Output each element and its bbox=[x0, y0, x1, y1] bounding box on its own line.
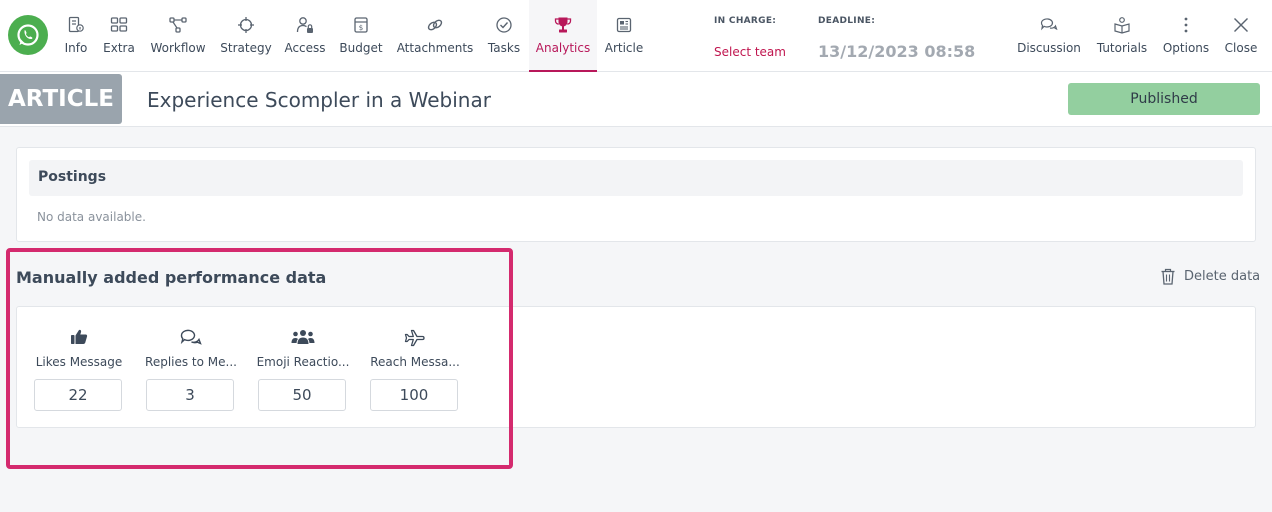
info-doc-icon bbox=[68, 16, 84, 33]
nav-workflow-label: Workflow bbox=[150, 41, 206, 55]
trophy-icon bbox=[554, 17, 572, 33]
nav-access-label: Access bbox=[284, 41, 326, 55]
deadline-value[interactable]: 13/12/2023 08:58 bbox=[818, 42, 975, 61]
nav-workflow[interactable]: Workflow bbox=[146, 0, 210, 72]
delete-data-label: Delete data bbox=[1184, 269, 1261, 284]
metric-reach-label: Reach Messa... bbox=[370, 355, 460, 369]
top-toolbar: Info Extra Workflow Strategy Access $ Bu… bbox=[0, 0, 1272, 72]
user-lock-icon bbox=[296, 17, 313, 33]
in-charge-label: IN CHARGE: bbox=[714, 16, 777, 26]
page-title[interactable]: Experience Scompler in a Webinar bbox=[147, 88, 491, 112]
nav-extra[interactable]: Extra bbox=[101, 0, 137, 72]
performance-section-title: Manually added performance data bbox=[16, 268, 327, 287]
delete-data-button[interactable]: Delete data bbox=[1160, 268, 1260, 285]
tutorials-label: Tutorials bbox=[1096, 41, 1148, 55]
tutorials-icon bbox=[1114, 17, 1130, 34]
nav-tasks-label: Tasks bbox=[487, 41, 521, 55]
nav-info[interactable]: Info bbox=[60, 0, 92, 72]
svg-text:$: $ bbox=[359, 24, 363, 32]
nav-budget[interactable]: $ Budget bbox=[337, 0, 385, 72]
link-icon bbox=[427, 19, 443, 31]
metric-emoji-reactions-input[interactable]: 50 bbox=[258, 379, 346, 411]
options-label: Options bbox=[1162, 41, 1210, 55]
close-button[interactable]: Close bbox=[1222, 0, 1260, 72]
thumbs-up-icon bbox=[71, 329, 88, 344]
select-team-link[interactable]: Select team bbox=[714, 45, 786, 59]
nav-access[interactable]: Access bbox=[283, 0, 327, 72]
plane-icon bbox=[404, 329, 425, 347]
check-circle-icon bbox=[496, 17, 512, 33]
tutorials-button[interactable]: Tutorials bbox=[1094, 0, 1150, 72]
metric-likes-label: Likes Message bbox=[35, 355, 123, 369]
nav-extra-label: Extra bbox=[103, 41, 135, 55]
crosshair-icon bbox=[238, 17, 254, 33]
nav-budget-label: Budget bbox=[339, 41, 383, 55]
metric-likes-input[interactable]: 22 bbox=[34, 379, 122, 411]
close-label: Close bbox=[1224, 41, 1258, 55]
article-type-badge: ARTICLE bbox=[0, 74, 122, 124]
whatsapp-logo-icon bbox=[8, 15, 48, 55]
nav-analytics-label: Analytics bbox=[535, 41, 591, 55]
close-icon bbox=[1234, 18, 1248, 32]
metric-replies-label: Replies to Me... bbox=[145, 355, 237, 369]
chat-icon bbox=[1040, 18, 1058, 31]
metric-likes: Likes Message 22 bbox=[29, 307, 129, 429]
metric-reach: Reach Messa... 100 bbox=[365, 307, 465, 429]
discussion-label: Discussion bbox=[1017, 41, 1081, 55]
metric-emoji-reactions: Emoji Reactio... 50 bbox=[253, 307, 353, 429]
trash-icon bbox=[1161, 268, 1175, 285]
nav-article-label: Article bbox=[604, 41, 644, 55]
nav-tasks[interactable]: Tasks bbox=[484, 0, 524, 72]
nav-analytics[interactable]: Analytics bbox=[529, 0, 597, 72]
status-published-button[interactable]: Published bbox=[1068, 83, 1260, 115]
metric-reach-input[interactable]: 100 bbox=[370, 379, 458, 411]
article-header: ARTICLE Experience Scompler in a Webinar… bbox=[0, 72, 1272, 127]
newspaper-icon bbox=[616, 17, 632, 33]
nav-info-label: Info bbox=[64, 41, 88, 55]
metric-replies: Replies to Me... 3 bbox=[141, 307, 241, 429]
metric-replies-input[interactable]: 3 bbox=[146, 379, 234, 411]
users-icon bbox=[291, 330, 315, 344]
nav-article[interactable]: Article bbox=[603, 0, 645, 72]
metric-emoji-reactions-label: Emoji Reactio... bbox=[256, 355, 350, 369]
performance-metrics-card: Likes Message 22 Replies to Me... 3 Emoj… bbox=[16, 306, 1256, 428]
nav-attachments[interactable]: Attachments bbox=[395, 0, 475, 72]
discussion-button[interactable]: Discussion bbox=[1016, 0, 1082, 72]
comments-icon bbox=[180, 329, 202, 345]
options-button[interactable]: Options bbox=[1161, 0, 1211, 72]
nav-strategy-label: Strategy bbox=[220, 41, 272, 55]
kebab-icon bbox=[1184, 17, 1188, 33]
postings-title: Postings bbox=[29, 160, 1243, 196]
nav-attachments-label: Attachments bbox=[396, 41, 474, 55]
extra-icon bbox=[110, 17, 128, 32]
postings-empty-text: No data available. bbox=[37, 210, 146, 224]
nav-strategy[interactable]: Strategy bbox=[218, 0, 274, 72]
workflow-icon bbox=[169, 17, 187, 33]
postings-card: Postings No data available. bbox=[16, 147, 1256, 242]
money-icon: $ bbox=[354, 17, 368, 33]
deadline-label: DEADLINE: bbox=[818, 16, 876, 26]
